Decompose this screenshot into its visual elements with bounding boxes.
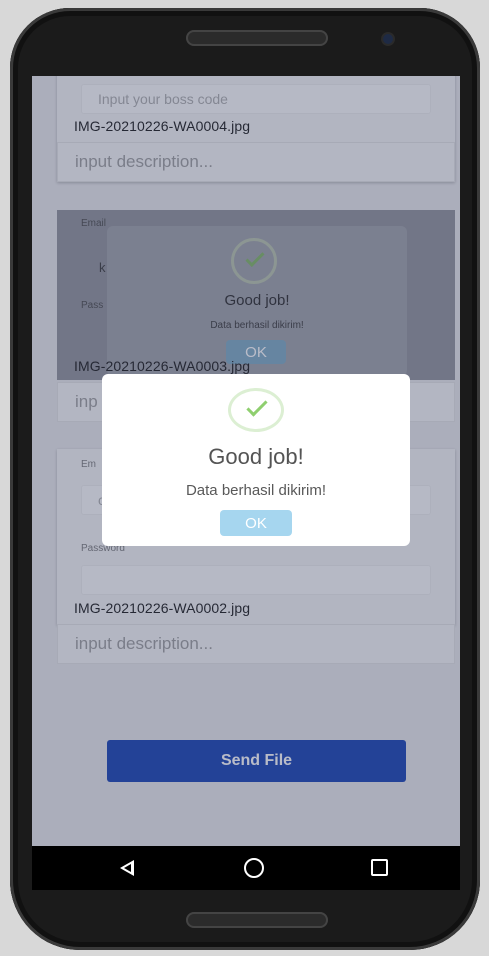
ok-button[interactable]: OK (220, 510, 292, 536)
android-navigation-bar (32, 846, 460, 890)
success-dialog: Good job! Data berhasil dikirim! OK (102, 374, 410, 546)
back-icon-inner (124, 864, 131, 872)
bottom-speaker (186, 912, 328, 928)
recent-apps-icon[interactable] (371, 859, 388, 876)
dialog-title: Good job! (208, 444, 304, 469)
front-camera (383, 34, 393, 44)
app-screen: Input your boss code IMG-20210226-WA0004… (32, 76, 460, 846)
earpiece-speaker (186, 30, 328, 46)
home-icon[interactable] (244, 858, 264, 878)
dialog-message: Data berhasil dikirim! (185, 482, 327, 499)
